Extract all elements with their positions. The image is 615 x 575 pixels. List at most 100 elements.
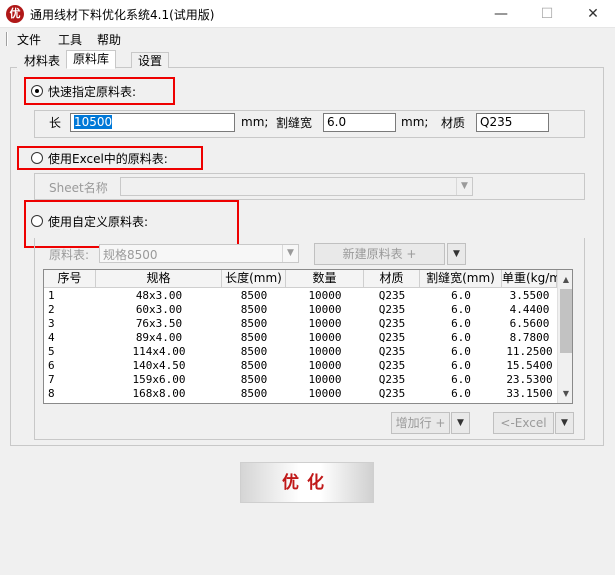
scroll-up-icon[interactable]: ▲	[558, 273, 572, 287]
table-row[interactable]: 5 114x4.00 8500 10000 Q235 6.0 11.2500	[44, 345, 557, 359]
cell-length[interactable]: 8500	[222, 387, 286, 401]
cell-unit-weight[interactable]: 8.7800	[502, 331, 557, 345]
cell-index[interactable]: 2	[48, 303, 94, 317]
table-row[interactable]: 6 140x4.50 8500 10000 Q235 6.0 15.5400	[44, 359, 557, 373]
quick-spec-radio[interactable]	[31, 85, 43, 97]
cell-quantity[interactable]: 10000	[286, 331, 364, 345]
cell-material[interactable]: Q235	[364, 289, 420, 303]
cell-quantity[interactable]: 10000	[286, 387, 364, 401]
cell-material[interactable]: Q235	[364, 345, 420, 359]
cell-index[interactable]: 6	[48, 359, 94, 373]
column-header-kerf[interactable]: 割缝宽(mm)	[420, 270, 502, 288]
cell-quantity[interactable]: 10000	[286, 373, 364, 387]
cell-spec[interactable]: 48x3.00	[96, 289, 222, 303]
kerf-input[interactable]: 6.0	[323, 113, 396, 132]
cell-kerf[interactable]: 6.0	[420, 303, 502, 317]
add-row-button[interactable]: 增加行 +	[391, 412, 450, 434]
cell-spec[interactable]: 140x4.50	[96, 359, 222, 373]
cell-spec[interactable]: 76x3.50	[96, 317, 222, 331]
cell-index[interactable]: 8	[48, 387, 94, 401]
cell-length[interactable]: 8500	[222, 303, 286, 317]
cell-spec[interactable]: 168x8.00	[96, 387, 222, 401]
optimize-button[interactable]: 优化	[240, 462, 374, 503]
cell-kerf[interactable]: 6.0	[420, 289, 502, 303]
cell-kerf[interactable]: 6.0	[420, 331, 502, 345]
cell-material[interactable]: Q235	[364, 387, 420, 401]
excel-radio[interactable]	[31, 152, 43, 164]
cell-spec[interactable]: 114x4.00	[96, 345, 222, 359]
cell-kerf[interactable]: 6.0	[420, 317, 502, 331]
cell-index[interactable]: 3	[48, 317, 94, 331]
cell-unit-weight[interactable]: 15.5400	[502, 359, 557, 373]
cell-material[interactable]: Q235	[364, 331, 420, 345]
cell-length[interactable]: 8500	[222, 317, 286, 331]
cell-kerf[interactable]: 6.0	[420, 345, 502, 359]
cell-quantity[interactable]: 10000	[286, 317, 364, 331]
cell-unit-weight[interactable]: 4.4400	[502, 303, 557, 317]
cell-index[interactable]: 5	[48, 345, 94, 359]
length-input[interactable]: 10500	[70, 113, 235, 132]
cell-material[interactable]: Q235	[364, 317, 420, 331]
column-header-material[interactable]: 材质	[364, 270, 420, 288]
column-header-index[interactable]: 序号	[44, 270, 96, 288]
import-excel-menu-button[interactable]: ▼	[555, 412, 574, 434]
raw-material-table[interactable]: 序号 规格 长度(mm) 数量 材质 割缝宽(mm) 单重(kg/m) 1 48x…	[43, 269, 573, 404]
cell-spec[interactable]: 89x4.00	[96, 331, 222, 345]
cell-length[interactable]: 8500	[222, 359, 286, 373]
cell-kerf[interactable]: 6.0	[420, 387, 502, 401]
scroll-down-icon[interactable]: ▼	[558, 387, 572, 401]
tab-material-list[interactable]: 材料表	[17, 52, 68, 69]
minimize-button[interactable]: —	[478, 0, 524, 28]
cell-quantity[interactable]: 10000	[286, 359, 364, 373]
table-row[interactable]: 8 168x8.00 8500 10000 Q235 6.0 33.1500	[44, 387, 557, 401]
tab-raw-material-library[interactable]: 原料库	[66, 50, 117, 69]
cell-material[interactable]: Q235	[364, 359, 420, 373]
cell-unit-weight[interactable]: 11.2500	[502, 345, 557, 359]
table-row[interactable]: 3 76x3.50 8500 10000 Q235 6.0 6.5600	[44, 317, 557, 331]
maximize-button[interactable]: ☐	[524, 0, 570, 28]
table-row[interactable]: 4 89x4.00 8500 10000 Q235 6.0 8.7800	[44, 331, 557, 345]
table-row[interactable]: 7 159x6.00 8500 10000 Q235 6.0 23.5300	[44, 373, 557, 387]
new-raw-table-menu-button[interactable]: ▼	[447, 243, 466, 265]
scroll-thumb[interactable]	[560, 289, 572, 353]
menu-file[interactable]: 文件	[17, 31, 41, 48]
cell-unit-weight[interactable]: 23.5300	[502, 373, 557, 387]
cell-spec[interactable]: 159x6.00	[96, 373, 222, 387]
menu-help[interactable]: 帮助	[97, 31, 121, 48]
cell-length[interactable]: 8500	[222, 373, 286, 387]
cell-material[interactable]: Q235	[364, 303, 420, 317]
cell-quantity[interactable]: 10000	[286, 303, 364, 317]
column-header-length[interactable]: 长度(mm)	[222, 270, 286, 288]
cell-spec[interactable]: 60x3.00	[96, 303, 222, 317]
cell-kerf[interactable]: 6.0	[420, 373, 502, 387]
cell-length[interactable]: 8500	[222, 289, 286, 303]
add-row-menu-button[interactable]: ▼	[451, 412, 470, 434]
cell-quantity[interactable]: 10000	[286, 289, 364, 303]
table-row[interactable]: 1 48x3.00 8500 10000 Q235 6.0 3.5500	[44, 289, 557, 303]
cell-unit-weight[interactable]: 3.5500	[502, 289, 557, 303]
cell-unit-weight[interactable]: 6.5600	[502, 317, 557, 331]
cell-index[interactable]: 4	[48, 331, 94, 345]
cell-quantity[interactable]: 10000	[286, 345, 364, 359]
cell-kerf[interactable]: 6.0	[420, 359, 502, 373]
import-excel-button[interactable]: <-Excel	[493, 412, 554, 434]
cell-length[interactable]: 8500	[222, 345, 286, 359]
menu-tools[interactable]: 工具	[58, 31, 82, 48]
cell-length[interactable]: 8500	[222, 331, 286, 345]
new-raw-table-button[interactable]: 新建原料表 +	[314, 243, 445, 265]
cell-unit-weight[interactable]: 33.1500	[502, 387, 557, 401]
close-button[interactable]: ✕	[570, 0, 615, 28]
cell-index[interactable]: 1	[48, 289, 94, 303]
column-header-spec[interactable]: 规格	[96, 270, 222, 288]
cell-index[interactable]: 7	[48, 373, 94, 387]
raw-table-select[interactable]: 规格8500 ▼	[99, 244, 299, 263]
material-input[interactable]: Q235	[476, 113, 549, 132]
table-scrollbar[interactable]: ▲ ▼	[557, 270, 572, 403]
table-row[interactable]: 2 60x3.00 8500 10000 Q235 6.0 4.4400	[44, 303, 557, 317]
sheet-name-select[interactable]: ▼	[120, 177, 473, 196]
column-header-quantity[interactable]: 数量	[286, 270, 364, 288]
column-header-unit-weight[interactable]: 单重(kg/m)	[502, 270, 566, 288]
custom-radio[interactable]	[31, 215, 43, 227]
tab-settings[interactable]: 设置	[131, 52, 170, 69]
cell-material[interactable]: Q235	[364, 373, 420, 387]
